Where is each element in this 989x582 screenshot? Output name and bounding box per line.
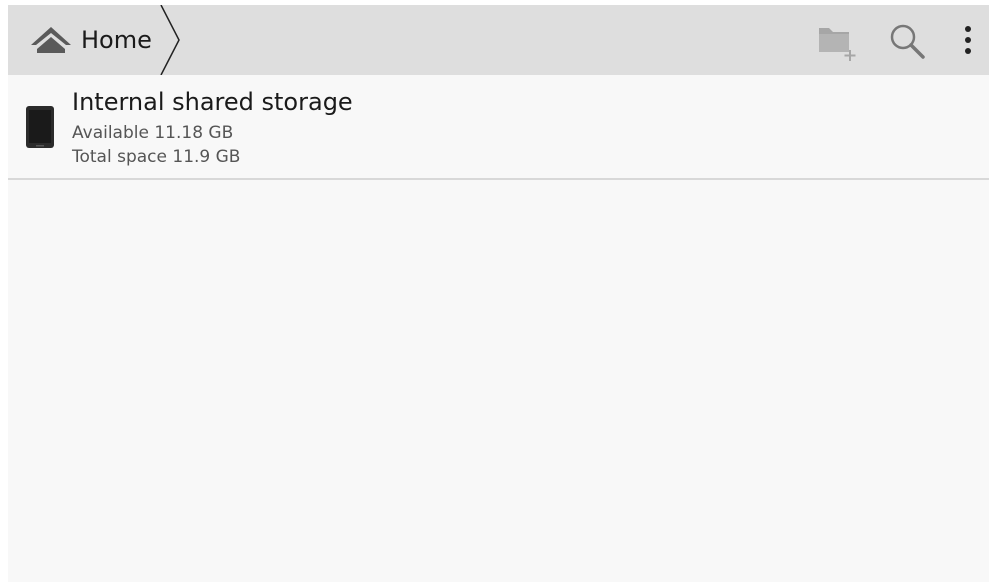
storage-available: Available 11.18 GB xyxy=(72,123,234,143)
empty-content-area xyxy=(8,180,989,582)
storage-list-item[interactable]: Internal shared storage Available 11.18 … xyxy=(8,75,989,180)
file-manager-screen: Home Internal shared storage Available 1… xyxy=(8,5,989,582)
breadcrumb-home-label[interactable]: Home xyxy=(81,25,152,55)
more-vert-icon[interactable] xyxy=(956,23,980,57)
device-icon xyxy=(26,106,54,148)
search-icon[interactable] xyxy=(889,23,925,59)
storage-title: Internal shared storage xyxy=(72,88,353,116)
action-bar: Home xyxy=(8,5,989,75)
home-icon[interactable] xyxy=(30,25,72,57)
chevron-right-icon xyxy=(160,5,180,75)
new-folder-icon[interactable] xyxy=(816,19,860,61)
storage-total: Total space 11.9 GB xyxy=(72,147,241,167)
